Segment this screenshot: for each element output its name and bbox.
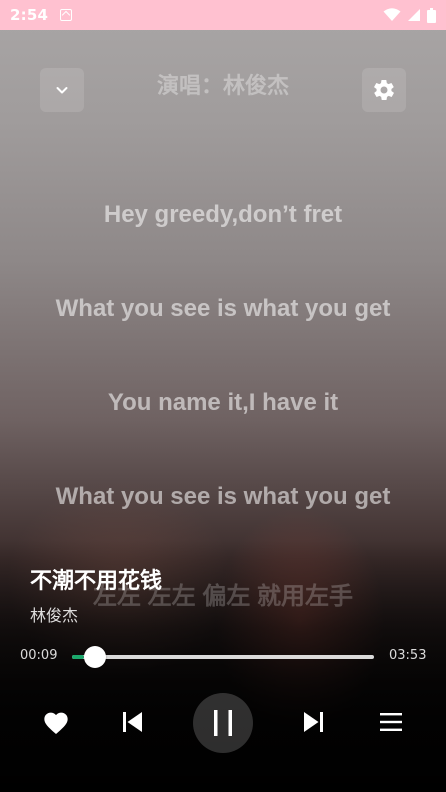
song-title: 不潮不用花钱: [30, 569, 163, 594]
lyric-line[interactable]: You name it,I have it: [0, 389, 446, 417]
elapsed-time: 00:09: [20, 648, 58, 663]
signal-icon: [408, 9, 420, 21]
next-track-button[interactable]: [296, 704, 332, 740]
like-button[interactable]: [38, 704, 74, 740]
song-artist[interactable]: 林俊杰: [30, 602, 78, 626]
lyric-line[interactable]: Hey greedy,don’t fret: [0, 201, 446, 229]
pause-icon: [214, 710, 232, 736]
progress-slider[interactable]: [72, 655, 374, 659]
total-time: 03:53: [389, 648, 427, 663]
progress-thumb[interactable]: [84, 646, 107, 668]
skip-next-icon: [304, 712, 323, 732]
settings-button[interactable]: [362, 68, 406, 112]
wifi-icon: [383, 8, 401, 21]
progress-fill: [72, 655, 85, 659]
skip-previous-icon: [123, 712, 142, 732]
pause-button[interactable]: [193, 693, 253, 753]
gear-icon: [374, 79, 394, 101]
status-bar: 2:54: [0, 0, 446, 30]
previous-track-button[interactable]: [114, 704, 150, 740]
playlist-button[interactable]: [373, 704, 409, 740]
heart-icon: [44, 712, 68, 735]
menu-list-icon: [380, 713, 402, 731]
status-time: 2:54: [10, 6, 49, 24]
lyric-line[interactable]: What you see is what you get: [0, 295, 446, 323]
status-icons: [383, 7, 436, 23]
app-notification-icon: [60, 9, 73, 21]
battery-icon: [427, 7, 436, 23]
lyric-line[interactable]: What you see is what you get: [0, 483, 446, 511]
